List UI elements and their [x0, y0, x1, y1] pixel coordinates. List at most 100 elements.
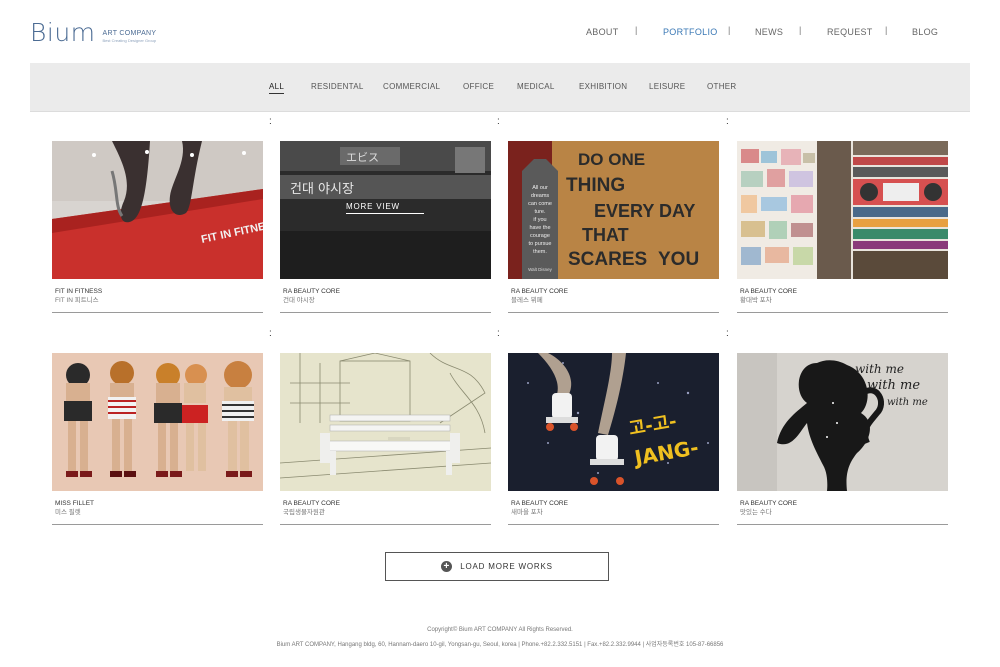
filter-exhibition[interactable]: EXHIBITION: [579, 82, 627, 91]
work-thumbnail[interactable]: 고-고- JANG-: [508, 353, 719, 491]
card-rule: [280, 524, 491, 525]
script-text: with me: [867, 378, 920, 393]
roller-skate-image: 고-고- JANG-: [508, 353, 719, 491]
divider-dot: :: [497, 328, 500, 339]
filter-all[interactable]: ALL: [269, 82, 285, 94]
work-card[interactable]: with me with me with me RA BEAUTY CORE 맛…: [737, 353, 948, 525]
work-category: MISS FILLET: [55, 500, 95, 507]
work-thumbnail[interactable]: with me with me with me: [737, 353, 948, 491]
work-title: 국립생물자원관: [283, 509, 325, 516]
card-rule: [508, 312, 719, 313]
work-card[interactable]: All our dreams can come ture. if you hav…: [508, 141, 719, 313]
work-thumbnail[interactable]: エビス 건대 야시장 MORE VIEW: [280, 141, 491, 279]
nav-portfolio[interactable]: PORTFOLIO: [663, 27, 718, 37]
work-title: FIT IN 피트니스: [55, 297, 99, 304]
work-category: RA BEAUTY CORE: [740, 288, 797, 295]
svg-text:to pursue: to pursue: [529, 241, 552, 247]
divider-dot: :: [269, 328, 272, 339]
script-text: with me: [887, 397, 928, 408]
work-category: RA BEAUTY CORE: [740, 500, 797, 507]
logo-tagline: Best Creating Designer Group: [102, 38, 157, 43]
work-caption: FIT IN FITNESS FIT IN 피트니스: [55, 287, 102, 305]
plus-circle-icon: +: [441, 561, 453, 572]
quote-author: Walt Disney: [528, 267, 553, 272]
card-rule: [280, 312, 491, 313]
radio-wall-image: [737, 141, 948, 279]
quote-line: THAT: [582, 225, 629, 245]
work-card[interactable]: MISS FILLET 미스 필렛: [52, 353, 263, 525]
filter-commercial[interactable]: COMMERCIAL: [383, 82, 440, 91]
card-rule: [52, 524, 263, 525]
more-view-arrow: [346, 213, 424, 214]
work-card[interactable]: RA BEAUTY CORE 황대박 포차: [737, 141, 948, 313]
quote-line: EVERY DAY: [594, 201, 695, 221]
nav-about[interactable]: ABOUT: [586, 27, 619, 37]
work-title: 새마을 포차: [511, 509, 543, 516]
silhouette-mural-image: with me with me with me: [737, 353, 948, 491]
work-category: RA BEAUTY CORE: [511, 500, 568, 507]
filter-residental[interactable]: RESIDENTAL: [311, 82, 364, 91]
work-caption: RA BEAUTY CORE 맛있는 수다: [740, 499, 797, 517]
work-category: FIT IN FITNESS: [55, 288, 103, 295]
work-thumbnail[interactable]: [280, 353, 491, 491]
card-rule: [737, 524, 948, 525]
work-thumbnail[interactable]: [737, 141, 948, 279]
nav-divider: |: [635, 25, 638, 35]
work-category: RA BEAUTY CORE: [283, 500, 340, 507]
divider-dot: :: [269, 116, 272, 127]
work-thumbnail[interactable]: FIT IN FITNESS: [52, 141, 263, 279]
work-title: 맛있는 수다: [740, 509, 772, 516]
nav-request[interactable]: REQUEST: [827, 27, 873, 37]
work-thumbnail[interactable]: [52, 353, 263, 491]
logo-mark: Bium: [30, 18, 96, 47]
svg-text:can come: can come: [528, 201, 552, 207]
work-category: RA BEAUTY CORE: [511, 288, 568, 295]
load-more-button[interactable]: + LOAD MORE WORKS: [385, 552, 609, 581]
work-caption: RA BEAUTY CORE 블레스 뷔페: [511, 287, 568, 305]
filter-medical[interactable]: MEDICAL: [517, 82, 555, 91]
work-title: 황대박 포차: [740, 297, 772, 304]
fitness-image: FIT IN FITNESS: [52, 141, 263, 279]
work-card[interactable]: RA BEAUTY CORE 국립생물자원관: [280, 353, 491, 525]
card-rule: [737, 312, 948, 313]
sign-text: エビス: [346, 151, 379, 164]
filter-other[interactable]: OTHER: [707, 82, 737, 91]
work-title: 건대 야시장: [283, 297, 315, 304]
divider-dot: :: [726, 328, 729, 339]
quote-line: THING: [566, 175, 625, 196]
logo-company: ART COMPANY: [102, 30, 157, 37]
work-title: 블레스 뷔페: [511, 297, 543, 304]
card-rule: [508, 524, 719, 525]
footer-copyright: Copyright© Bium ART COMPANY All Rights R…: [427, 627, 573, 633]
svg-text:ture.: ture.: [534, 209, 545, 215]
svg-text:courage: courage: [530, 233, 550, 239]
work-caption: MISS FILLET 미스 필렛: [55, 499, 94, 517]
work-card[interactable]: エビス 건대 야시장 MORE VIEW RA BEAUTY CORE 건대 야…: [280, 141, 491, 313]
market-sign: 건대 야시장: [290, 182, 354, 197]
work-card[interactable]: FIT IN FITNESS FIT IN FITNESS FIT IN 피트니…: [52, 141, 263, 313]
nav-divider: |: [728, 25, 731, 35]
logo[interactable]: Bium ART COMPANY Best Creating Designer …: [30, 18, 156, 48]
svg-text:dreams: dreams: [531, 193, 550, 199]
work-caption: RA BEAUTY CORE 국립생물자원관: [283, 499, 340, 517]
card-rule: [52, 312, 263, 313]
nav-divider: |: [885, 25, 888, 35]
quote-line: SCARES: [568, 249, 647, 270]
nav-news[interactable]: NEWS: [755, 27, 783, 37]
quote-wall-image: All our dreams can come ture. if you hav…: [508, 141, 719, 279]
work-caption: RA BEAUTY CORE 황대박 포차: [740, 287, 797, 305]
filter-leisure[interactable]: LEISURE: [649, 82, 685, 91]
filter-office[interactable]: OFFICE: [463, 82, 494, 91]
work-thumbnail[interactable]: All our dreams can come ture. if you hav…: [508, 141, 719, 279]
quote-side-text: All our: [532, 185, 548, 191]
work-card[interactable]: 고-고- JANG- RA BEAUTY CORE 새마을 포차: [508, 353, 719, 525]
svg-text:if you: if you: [533, 217, 546, 223]
divider-dot: :: [726, 116, 729, 127]
script-text: with me: [855, 362, 904, 376]
nav-blog[interactable]: BLOG: [912, 27, 938, 37]
nav-divider: |: [799, 25, 802, 35]
logo-text: ART COMPANY Best Creating Designer Group: [103, 29, 157, 44]
more-view-label[interactable]: MORE VIEW: [346, 202, 400, 211]
bench-sketch-image: [280, 353, 491, 491]
work-caption: RA BEAUTY CORE 건대 야시장: [283, 287, 340, 305]
